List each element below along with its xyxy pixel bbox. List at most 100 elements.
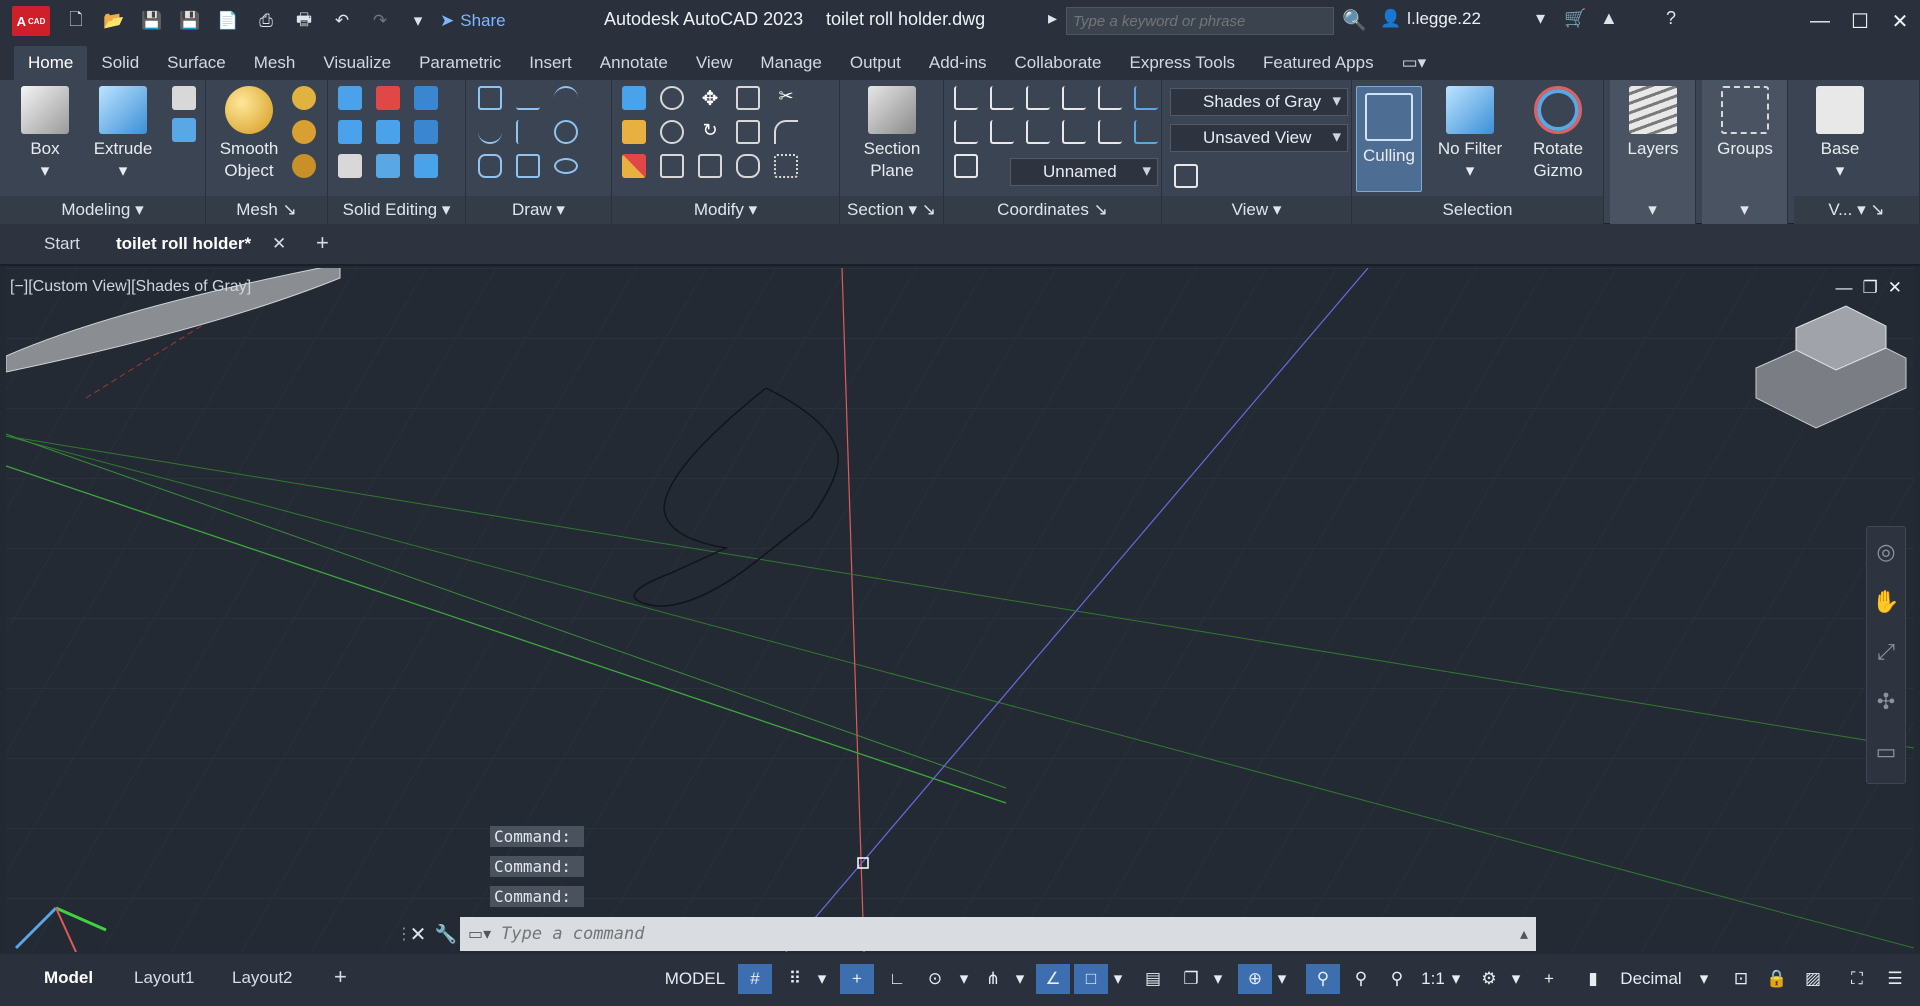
ucs-world-icon[interactable] [1026,86,1050,110]
subtract-icon[interactable] [376,86,400,110]
panel-title-mesh[interactable]: Mesh ↘ [206,196,327,224]
separate-icon[interactable] [414,154,438,178]
box-button[interactable]: Box ▾ [16,86,74,182]
ucs-z-icon[interactable] [1098,120,1122,144]
panel-title-v[interactable]: V... ▾ ↘ [1794,196,1919,224]
close-tab-icon[interactable]: ✕ [272,234,286,254]
viewport-close-icon[interactable]: ✕ [1888,278,1902,298]
smooth-less-icon[interactable] [292,120,316,144]
infer-constraints-icon[interactable]: + [840,964,874,994]
ucs-object-icon[interactable] [954,120,978,144]
solid-history-icon[interactable] [172,118,196,142]
align-icon[interactable] [622,120,646,144]
ucs-dropdown[interactable]: Unnamed [1010,158,1158,186]
spline-icon[interactable] [478,120,502,144]
model-space-button[interactable]: MODEL [660,964,730,994]
union-icon[interactable] [338,86,362,110]
base-button[interactable]: Base ▾ [1804,86,1876,182]
3d-object-snap-icon[interactable]: ⊕ [1238,964,1272,994]
panel-layers[interactable]: Layers ▾ [1610,80,1696,224]
intersect-icon[interactable] [338,120,362,144]
mirror-icon[interactable] [622,86,646,110]
command-prompt-icon[interactable]: ▭▾ [468,924,491,944]
save-as-icon[interactable]: 💾 [178,9,202,33]
lineweight-icon[interactable]: ▤ [1136,964,1170,994]
panel-groups[interactable]: Groups ▾ [1702,80,1788,224]
selection-cycling-chevron-icon[interactable]: ▾ [1208,964,1228,994]
groups-button[interactable]: Groups [1708,86,1782,160]
tab-featured-apps[interactable]: Featured Apps [1249,46,1388,80]
tab-home[interactable]: Home [14,46,88,80]
viewport-restore-icon[interactable]: ❐ [1863,278,1878,298]
graphics-performance-icon[interactable]: ▨ [1796,964,1830,994]
offset-icon[interactable] [736,154,760,178]
isodraft-icon[interactable]: ⋔ [976,964,1010,994]
transparency-icon[interactable]: ❐ [1174,964,1208,994]
units-chevron-icon[interactable]: ▾ [1694,964,1714,994]
smooth-more-icon[interactable] [292,86,316,110]
extrude-button[interactable]: Extrude ▾ [88,86,158,182]
tab-model[interactable]: Model [44,968,93,988]
annotation-scale-value[interactable]: 1:1 [1418,964,1448,994]
move-icon[interactable]: ✥ [698,86,722,110]
workspace-chevron-icon[interactable]: ▾ [1506,964,1526,994]
minimize-icon[interactable]: — [1800,4,1840,38]
arc-icon[interactable] [554,86,578,110]
section-plane-button[interactable]: Section Plane [856,86,928,182]
user-menu-chevron-icon[interactable]: ▾ [1536,8,1545,29]
search-input[interactable] [1066,7,1334,35]
tab-start[interactable]: Start [44,234,80,254]
new-tab-icon[interactable]: + [316,230,329,256]
tab-view[interactable]: View [682,46,747,80]
steeringwheel-icon[interactable]: ◎ [1867,527,1905,577]
drawing-canvas[interactable] [6,268,1914,952]
save-icon[interactable]: 💾 [140,9,164,33]
tab-surface[interactable]: Surface [153,46,240,80]
object-snap-tracking-icon[interactable]: ∠ [1036,964,1070,994]
workspace-gear-icon[interactable]: ⚙ [1472,964,1506,994]
presspull-icon[interactable] [172,86,196,110]
grid-icon[interactable]: # [738,964,772,994]
showmotion-icon[interactable]: ▭ [1867,727,1905,777]
tab-visualize[interactable]: Visualize [309,46,405,80]
ucs-face-icon[interactable] [990,120,1014,144]
ucs-named-icon[interactable] [990,86,1014,110]
auto-scale-icon[interactable]: ⚲ [1344,964,1378,994]
publish-icon[interactable]: 📄 [216,9,240,33]
tab-annotate[interactable]: Annotate [586,46,682,80]
ucs-origin-icon[interactable] [1098,86,1122,110]
3d-mirror-icon[interactable] [660,86,684,110]
panel-title-selection[interactable]: Selection [1352,196,1603,224]
user-account[interactable]: 👤 l.legge.22 [1380,9,1481,29]
tab-layout2[interactable]: Layout2 [232,968,293,988]
app-logo[interactable]: A CAD [12,6,50,36]
line-segment-icon[interactable] [516,120,540,144]
command-grip-icon[interactable]: ⋮ [396,924,412,944]
viewport-minimize-icon[interactable]: — [1836,278,1853,298]
fillet-icon[interactable] [774,120,798,144]
command-customize-icon[interactable]: 🔧 [432,924,460,945]
redo-icon[interactable]: ↷ [368,9,392,33]
undo-icon[interactable]: ↶ [330,9,354,33]
ortho-icon[interactable]: ∟ [880,964,914,994]
named-view-dropdown[interactable]: Unsaved View [1170,124,1348,152]
scale-icon[interactable] [698,154,722,178]
units-dropdown[interactable]: Decimal [1612,964,1690,994]
viewport-config-icon[interactable] [1174,164,1198,188]
new-file-icon[interactable]: 🗋 [64,9,88,33]
panel-title-modeling[interactable]: Modeling ▾ [0,196,205,224]
panel-title-section[interactable]: Section ▾ ↘ [840,196,943,224]
groups-expand-icon[interactable]: ▾ [1702,196,1787,224]
help-icon[interactable]: ? [1666,8,1676,29]
cart-icon[interactable]: 🛒 [1564,8,1586,29]
open-folder-icon[interactable]: 📂 [102,9,126,33]
culling-button[interactable]: Culling [1356,86,1422,192]
tab-collaborate[interactable]: Collaborate [1001,46,1116,80]
search-icon[interactable]: 🔍 [1342,8,1368,34]
array-icon[interactable] [774,154,798,178]
zoom-icon[interactable]: ⤢ [1867,627,1905,677]
refine-mesh-icon[interactable] [292,154,316,178]
trim-icon[interactable]: ✂ [774,86,798,110]
tab-layout1[interactable]: Layout1 [134,968,195,988]
layers-button[interactable]: Layers [1616,86,1690,160]
